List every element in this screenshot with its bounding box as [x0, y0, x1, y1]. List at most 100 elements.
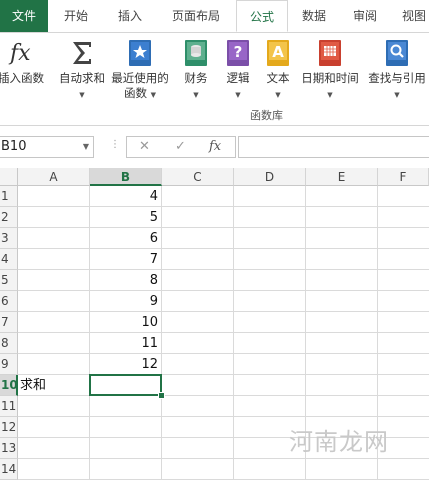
autosum-label: 自动求和: [59, 71, 105, 85]
row-header-9[interactable]: 9: [0, 354, 18, 375]
fx-icon: fx: [6, 38, 36, 71]
row-header-11[interactable]: 11: [0, 396, 18, 417]
cell-a6[interactable]: [20, 291, 89, 312]
cell-a9[interactable]: [20, 354, 89, 375]
cell-b3[interactable]: 6: [90, 228, 161, 249]
row-header-7[interactable]: 7: [0, 312, 18, 333]
text-label: 文本: [266, 71, 290, 85]
cell-b5[interactable]: 8: [90, 270, 161, 291]
recently-used-label-2: 函数 ▼: [123, 86, 157, 100]
grip-dots-icon[interactable]: ⋮: [110, 139, 121, 150]
cell-b2[interactable]: 5: [90, 207, 161, 228]
ribbon-function-library: fx 插入函数 自动求和 ▼ 最近使用的 函数 ▼ 财务 ▼ ? 逻辑 ▼ A …: [0, 33, 429, 126]
cell-b4[interactable]: 7: [90, 249, 161, 270]
row-header-6[interactable]: 6: [0, 291, 18, 312]
chevron-down-icon: ▼: [79, 91, 85, 99]
row-header-1[interactable]: 1: [0, 186, 18, 207]
financial-label: 财务: [184, 71, 208, 85]
column-header-e[interactable]: E: [306, 168, 378, 186]
tab-formulas[interactable]: 公式: [236, 0, 288, 32]
tab-home[interactable]: 开始: [52, 0, 100, 32]
column-header-b[interactable]: B: [90, 168, 162, 186]
svg-text:?: ?: [234, 43, 243, 61]
insert-function-label: 插入函数: [0, 71, 44, 85]
name-box[interactable]: B10 ▼: [0, 136, 94, 158]
chevron-down-icon: ▼: [275, 91, 281, 99]
cell-a10[interactable]: 求和: [20, 375, 89, 396]
cell-b11[interactable]: [90, 396, 161, 417]
cell-b9[interactable]: 12: [90, 354, 161, 375]
select-all-corner[interactable]: [0, 168, 18, 186]
cell-b7[interactable]: 10: [90, 312, 161, 333]
tab-view[interactable]: 视图: [394, 0, 429, 32]
text-book-icon: A: [265, 38, 291, 71]
row-header-5[interactable]: 5: [0, 270, 18, 291]
chevron-down-icon: ▼: [327, 91, 333, 99]
cell-b6[interactable]: 9: [90, 291, 161, 312]
cell-b12[interactable]: [90, 417, 161, 438]
row-header-2[interactable]: 2: [0, 207, 18, 228]
tab-data[interactable]: 数据: [292, 0, 336, 32]
autosum-button[interactable]: 自动求和 ▼: [56, 33, 108, 109]
svg-text:fx: fx: [8, 41, 31, 66]
sigma-icon: [67, 38, 97, 71]
cell-a13[interactable]: [20, 438, 89, 459]
date-time-label: 日期和时间: [301, 71, 359, 85]
cell-a12[interactable]: [20, 417, 89, 438]
tab-file[interactable]: 文件: [0, 0, 48, 32]
name-box-value: B10: [1, 139, 27, 154]
ribbon-tab-bar: 文件 开始 插入 页面布局 公式 数据 审阅 视图: [0, 0, 429, 33]
cell-a2[interactable]: [20, 207, 89, 228]
cell-a3[interactable]: [20, 228, 89, 249]
lookup-reference-label: 查找与引用: [368, 71, 426, 85]
cell-b8[interactable]: 11: [90, 333, 161, 354]
tab-review[interactable]: 审阅: [340, 0, 390, 32]
cancel-icon[interactable]: ✕: [139, 137, 150, 157]
star-book-icon: [127, 38, 153, 71]
formula-input[interactable]: [238, 136, 429, 158]
row-header-10[interactable]: 10: [0, 375, 18, 396]
svg-text:A: A: [272, 43, 284, 61]
row-header-13[interactable]: 13: [0, 438, 18, 459]
text-button[interactable]: A 文本 ▼: [260, 33, 296, 109]
lookup-book-icon: [384, 38, 410, 71]
cell-a11[interactable]: [20, 396, 89, 417]
lookup-reference-button[interactable]: 查找与引用 ▼: [364, 33, 429, 109]
watermark: 河南龙网: [289, 428, 389, 456]
column-header-a[interactable]: A: [18, 168, 90, 186]
row-header-3[interactable]: 3: [0, 228, 18, 249]
cell-a14[interactable]: [20, 459, 89, 480]
logical-button[interactable]: ? 逻辑 ▼: [220, 33, 256, 109]
cell-b13[interactable]: [90, 438, 161, 459]
column-header-f[interactable]: F: [378, 168, 429, 186]
date-time-button[interactable]: 日期和时间 ▼: [298, 33, 362, 109]
cell-a1[interactable]: [20, 186, 89, 207]
tab-page-layout[interactable]: 页面布局: [160, 0, 232, 32]
logical-label: 逻辑: [226, 71, 250, 85]
insert-function-button[interactable]: fx 插入函数: [0, 33, 48, 109]
logic-book-icon: ?: [225, 38, 251, 71]
formula-bar: B10 ▼ ⋮ ✕ ✓ fx: [0, 128, 429, 164]
row-header-12[interactable]: 12: [0, 417, 18, 438]
chevron-down-icon[interactable]: ▼: [83, 137, 89, 157]
cell-b10[interactable]: [90, 375, 161, 396]
cell-a4[interactable]: [20, 249, 89, 270]
column-header-c[interactable]: C: [162, 168, 234, 186]
row-header-14[interactable]: 14: [0, 459, 18, 480]
insert-function-icon[interactable]: fx: [209, 137, 221, 157]
row-header-4[interactable]: 4: [0, 249, 18, 270]
financial-button[interactable]: 财务 ▼: [176, 33, 216, 109]
cell-b1[interactable]: 4: [90, 186, 161, 207]
row-header-8[interactable]: 8: [0, 333, 18, 354]
tab-insert[interactable]: 插入: [106, 0, 154, 32]
finance-book-icon: [183, 38, 209, 71]
enter-icon[interactable]: ✓: [175, 137, 186, 157]
chevron-down-icon: ▼: [193, 91, 199, 99]
recently-used-button[interactable]: 最近使用的 函数 ▼: [110, 33, 170, 109]
column-header-d[interactable]: D: [234, 168, 306, 186]
formula-buttons: ✕ ✓ fx: [126, 136, 236, 158]
cell-a7[interactable]: [20, 312, 89, 333]
cell-a5[interactable]: [20, 270, 89, 291]
cell-a8[interactable]: [20, 333, 89, 354]
cell-b14[interactable]: [90, 459, 161, 480]
